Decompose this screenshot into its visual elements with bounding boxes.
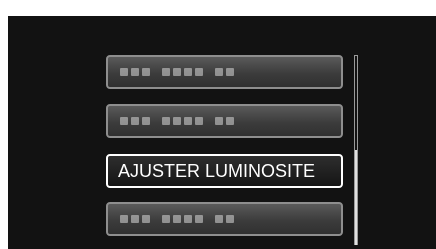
menu-item-1[interactable] xyxy=(106,55,343,89)
camera-menu-screen: AJUSTER LUMINOSITE xyxy=(8,16,436,249)
blurred-label-placeholder xyxy=(120,68,234,76)
menu-item-4[interactable] xyxy=(106,202,343,236)
menu-item-2[interactable] xyxy=(106,104,343,138)
blurred-label-placeholder xyxy=(120,215,234,223)
scrollbar-thumb[interactable] xyxy=(355,150,357,245)
blurred-label-placeholder xyxy=(120,117,234,125)
menu-item-ajuster-luminosite[interactable]: AJUSTER LUMINOSITE xyxy=(106,154,343,188)
menu-item-label: AJUSTER LUMINOSITE xyxy=(118,161,316,181)
